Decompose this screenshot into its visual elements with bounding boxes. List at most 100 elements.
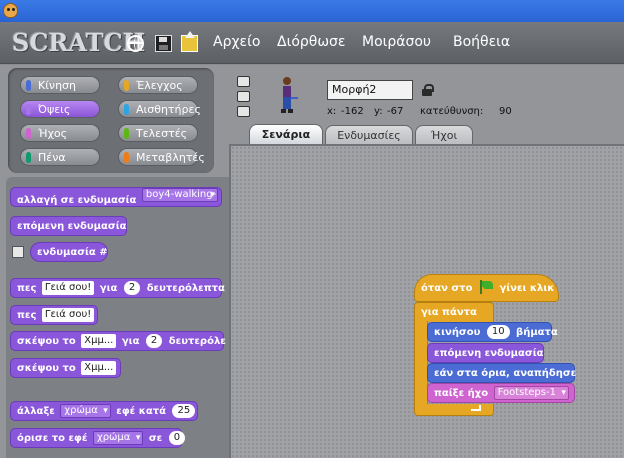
costume-number-checkbox[interactable] <box>12 246 24 258</box>
next-costume-block[interactable]: επόμενη ενδυμασία <box>427 343 544 363</box>
block-label: βήματα <box>516 327 558 338</box>
block-label: για <box>99 283 118 294</box>
category-variables[interactable]: Μεταβλητές <box>118 148 205 166</box>
save-icon[interactable] <box>155 35 172 52</box>
sprite-name-field[interactable]: Μορφή2 <box>327 80 413 100</box>
block-label: όρισε το εφέ <box>17 433 88 444</box>
category-sensing[interactable]: Αισθητήρες <box>118 100 201 118</box>
say-text-field[interactable]: Γειά σου! <box>41 281 95 295</box>
block-label: παίξε ήχο <box>434 388 489 399</box>
category-looks[interactable]: Όψεις <box>20 100 100 118</box>
category-label: Όψεις <box>38 103 71 116</box>
think-text-field[interactable]: Χμμ... <box>81 334 117 348</box>
menu-share[interactable]: Μοιράσου <box>362 34 431 50</box>
category-label: Κίνηση <box>38 79 76 92</box>
category-sound[interactable]: Ήχος <box>20 124 100 142</box>
costume-dropdown[interactable]: boy4-walking- <box>141 188 218 202</box>
pen-swatch <box>26 152 31 163</box>
category-operators[interactable]: Τελεστές <box>118 124 198 142</box>
block-label: δευτερόλε <box>168 336 226 347</box>
category-label: Πένα <box>38 151 66 164</box>
effect-value-field[interactable]: 0 <box>168 431 186 445</box>
menu-edit[interactable]: Διόρθωσε <box>277 34 346 50</box>
effect-dropdown[interactable]: χρώμα <box>60 404 111 418</box>
direction-value: 90 <box>499 106 512 117</box>
set-effect-block[interactable]: όρισε το εφέ χρώμα σε 0 <box>10 428 186 448</box>
globe-icon[interactable] <box>127 35 144 52</box>
lock-icon[interactable] <box>422 84 434 96</box>
category-label: Έλεγχος <box>136 79 183 92</box>
category-label: Ήχος <box>38 127 68 140</box>
scratch-logo: SCRATCH <box>12 28 146 57</box>
effect-dropdown[interactable]: χρώμα <box>92 431 144 445</box>
block-label: για πάντα <box>421 307 477 318</box>
costume-number-reporter[interactable]: ενδυμασία # <box>30 242 108 262</box>
motion-swatch <box>26 80 31 91</box>
block-label: εφέ κατά <box>116 406 166 417</box>
share-icon[interactable] <box>181 31 198 52</box>
block-label: ενδυμασία # <box>37 247 108 258</box>
say-text-field[interactable]: Γειά σου! <box>41 308 95 322</box>
switch-costume-block[interactable]: αλλαγή σε ενδυμασία boy4-walking- <box>10 187 222 207</box>
block-label: σε <box>148 433 163 444</box>
block-label: άλλαξε <box>17 406 55 417</box>
category-control[interactable]: Έλεγχος <box>118 76 198 94</box>
sprite-thumbnail <box>281 77 298 113</box>
steps-field[interactable]: 10 <box>486 325 510 339</box>
block-label: εάν στα όρια, αναπήδησε <box>434 368 577 379</box>
y-label: y: <box>374 106 383 117</box>
play-sound-block[interactable]: παίξε ήχο Footsteps-1 <box>427 383 575 403</box>
tab-costumes[interactable]: Ενδυμασίες <box>325 125 413 145</box>
sprite-info-pane: Μορφή2 x: -162 y: -67 κατεύθυνση: 90 Σεν… <box>229 65 624 146</box>
sound-dropdown[interactable]: Footsteps-1 <box>493 386 569 400</box>
sensing-swatch <box>124 104 129 115</box>
effect-value-field[interactable]: 25 <box>172 404 196 418</box>
menu-help[interactable]: Βοήθεια <box>453 34 510 50</box>
blocks-list: αλλαγή σε ενδυμασία boy4-walking- επόμεν… <box>6 177 229 458</box>
forever-bottom <box>414 404 494 416</box>
direction-label: κατεύθυνση: <box>420 106 484 117</box>
change-effect-block[interactable]: άλλαξε χρώμα εφέ κατά 25 <box>10 401 198 421</box>
category-label: Αισθητήρες <box>136 103 201 116</box>
no-rotate-button[interactable] <box>237 106 250 117</box>
when-flag-clicked-block[interactable]: όταν στο γίνει κλικ <box>414 274 559 302</box>
tab-sounds[interactable]: Ήχοι <box>415 125 473 145</box>
category-pen[interactable]: Πένα <box>20 148 100 166</box>
variables-swatch <box>124 152 129 163</box>
say-block[interactable]: πες Γειά σου! <box>10 305 98 325</box>
menu-file[interactable]: Αρχείο <box>213 34 260 50</box>
x-value: -162 <box>341 106 364 117</box>
block-label: σκέψου το <box>17 363 76 374</box>
forever-block[interactable]: για πάντα <box>414 302 494 322</box>
block-palette: Κίνηση Έλεγχος Όψεις Αισθητήρες Ήχος Τελ… <box>0 65 229 458</box>
think-for-secs-block[interactable]: σκέψου το Χμμ... για 2 δευτερόλε <box>10 331 226 351</box>
next-costume-block[interactable]: επόμενη ενδυμασία <box>10 216 127 236</box>
secs-field[interactable]: 2 <box>145 334 163 348</box>
category-label: Μεταβλητές <box>136 151 205 164</box>
rotate-style-button[interactable] <box>237 76 250 87</box>
say-for-secs-block[interactable]: πες Γειά σου! για 2 δευτερόλεπτα <box>10 278 225 298</box>
category-motion[interactable]: Κίνηση <box>20 76 100 94</box>
block-label: επόμενη ενδυμασία <box>17 221 127 232</box>
x-label: x: <box>327 106 337 117</box>
menu-bar: SCRATCH Αρχείο Διόρθωσε Μοιράσου Βοήθεια <box>0 22 624 64</box>
block-label: δευτερόλεπτα <box>146 283 225 294</box>
forever-arm <box>414 321 428 405</box>
looks-swatch <box>26 104 31 115</box>
think-block[interactable]: σκέψου το Χμμ... <box>10 358 121 378</box>
sound-swatch <box>26 128 31 139</box>
block-label: σκέψου το <box>17 336 76 347</box>
bounce-block[interactable]: εάν στα όρια, αναπήδησε <box>427 363 577 383</box>
scripts-area[interactable]: όταν στο γίνει κλικ για πάντα κινήσου 10… <box>229 144 624 458</box>
block-label: για <box>121 336 140 347</box>
think-text-field[interactable]: Χμμ... <box>81 361 117 375</box>
block-label: όταν στο <box>421 283 473 294</box>
secs-field[interactable]: 2 <box>123 281 141 295</box>
green-flag-icon <box>478 280 494 294</box>
tab-scripts[interactable]: Σενάρια <box>249 124 323 146</box>
block-label: πες <box>17 310 37 321</box>
block-label: πες <box>17 283 37 294</box>
operators-swatch <box>124 128 129 139</box>
move-steps-block[interactable]: κινήσου 10 βήματα <box>427 322 558 342</box>
flip-style-button[interactable] <box>237 91 250 102</box>
